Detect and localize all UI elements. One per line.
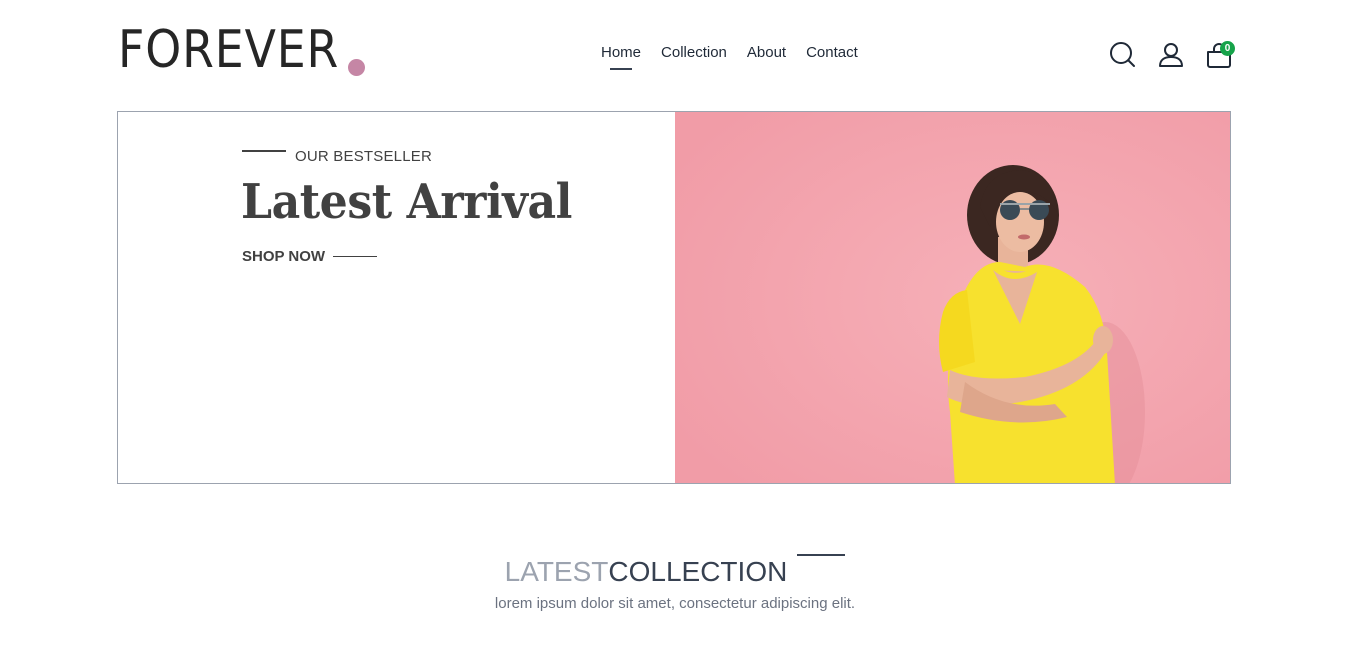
hero-text-panel: OUR BESTSELLER Latest Arrival SHOP NOW	[118, 112, 675, 483]
nav-about[interactable]: About	[747, 44, 786, 61]
user-icon[interactable]	[1157, 41, 1185, 69]
nav-home[interactable]: Home	[601, 44, 642, 70]
nav-home-label: Home	[601, 44, 642, 61]
nav-collection[interactable]: Collection	[661, 44, 727, 61]
title-line	[797, 554, 846, 556]
nav-contact-label: Contact	[806, 44, 858, 61]
hero-title: Latest Arrival	[241, 174, 572, 230]
hero-model-illustration	[674, 112, 1230, 483]
logo-text: FOREVER	[118, 20, 340, 80]
nav-active-underline	[610, 68, 632, 70]
hero-image	[674, 112, 1230, 483]
main-nav: Home Collection About Contact	[601, 44, 858, 70]
cart-count-badge: 0	[1220, 41, 1235, 56]
hero-banner: OUR BESTSELLER Latest Arrival SHOP NOW	[117, 111, 1231, 484]
nav-about-label: About	[746, 44, 787, 61]
title-dark: COLLECTION	[608, 556, 788, 587]
shop-now-label: SHOP NOW	[242, 248, 326, 265]
title-light: LATEST	[504, 556, 609, 587]
shop-now-button[interactable]: SHOP NOW	[242, 248, 378, 265]
nav-collection-label: Collection	[661, 44, 727, 61]
search-icon[interactable]	[1108, 40, 1136, 68]
eyebrow-text: OUR BESTSELLER	[295, 148, 433, 165]
logo-dot	[348, 59, 365, 76]
nav-contact[interactable]: Contact	[806, 44, 858, 61]
title-wrap: LATEST COLLECTION	[504, 554, 846, 588]
shop-now-line	[333, 256, 378, 257]
latest-collection-title: LATEST COLLECTION	[0, 554, 1350, 588]
hero-eyebrow: OUR BESTSELLER	[242, 148, 432, 165]
logo[interactable]: FOREVER	[118, 24, 369, 76]
latest-collection-subtitle: lorem ipsum dolor sit amet, consectetur …	[494, 595, 856, 612]
eyebrow-line	[242, 149, 286, 152]
